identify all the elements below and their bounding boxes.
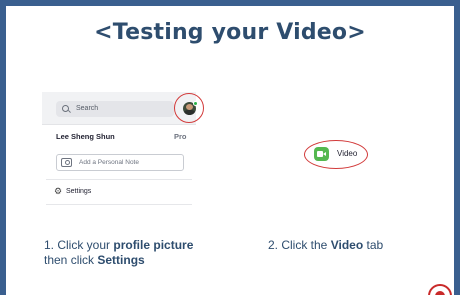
step-1-emphasis-2: Settings	[97, 253, 145, 267]
settings-label: Settings	[66, 188, 92, 195]
zoom-profile-menu: Search Lee Sheng Shun Pro Add a Personal…	[42, 92, 204, 208]
video-camera-icon	[314, 147, 329, 161]
avatar-highlight-circle	[174, 93, 204, 123]
search-icon	[62, 105, 69, 112]
slide: <Testing your Video> Search Lee Sheng Sh…	[6, 6, 454, 295]
emoji-icon	[61, 158, 72, 167]
personal-note-field[interactable]: Add a Personal Note	[56, 154, 184, 171]
user-name: Lee Sheng Shun	[56, 132, 115, 141]
video-tab[interactable]: Video	[304, 140, 368, 169]
step-2-text-2: tab	[363, 238, 384, 252]
search-input[interactable]: Search	[56, 101, 174, 117]
divider	[46, 179, 192, 180]
plan-badge: Pro	[174, 132, 187, 141]
step-2-emphasis: Video	[330, 238, 364, 252]
step-2-caption: 2. Click the Video tab	[268, 238, 448, 253]
step-1-caption: 1. Click your profile picture then click…	[44, 238, 244, 268]
slide-title: <Testing your Video>	[94, 20, 366, 45]
step-1-emphasis: profile picture	[113, 238, 194, 252]
video-tab-label: Video	[337, 149, 358, 158]
menu-header: Search	[42, 92, 204, 125]
step-1-text-2: then click	[44, 253, 98, 267]
note-placeholder: Add a Personal Note	[79, 159, 139, 166]
step-1-text: 1. Click your	[44, 238, 114, 252]
search-placeholder: Search	[76, 105, 99, 112]
step-2-text: 2. Click the	[268, 238, 331, 252]
divider	[46, 204, 192, 205]
settings-menu-item[interactable]: ⚙ Settings	[54, 186, 92, 196]
gear-icon: ⚙	[54, 186, 63, 196]
